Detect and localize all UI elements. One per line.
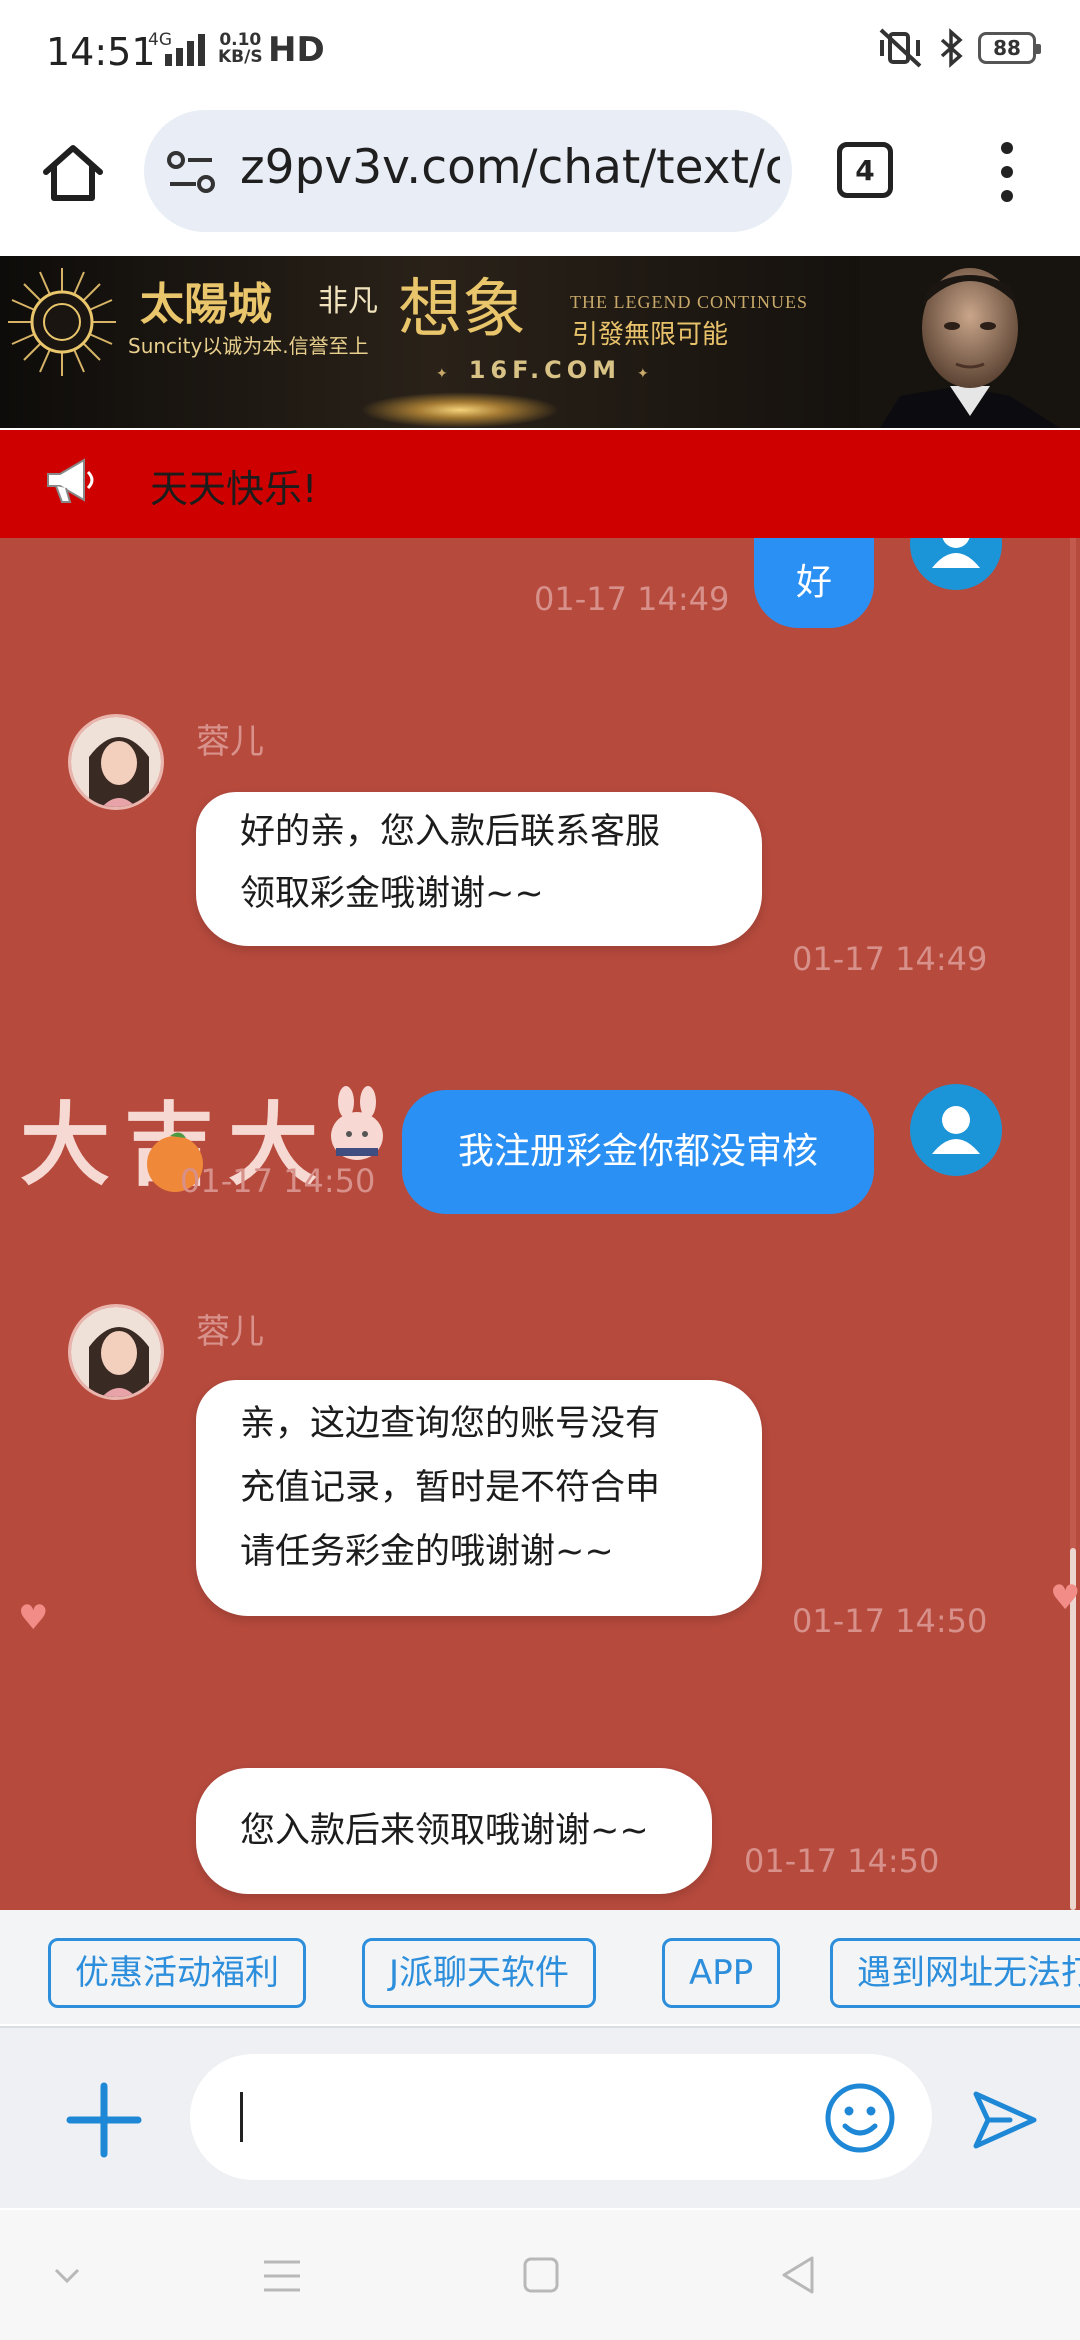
message-timestamp: 01-17 14:50 [744,1842,940,1880]
chat-scrollbar[interactable] [1070,538,1076,1910]
message-text: 我注册彩金你都没审核 [457,1131,818,1172]
nav-home-icon[interactable] [522,2256,560,2294]
network-speed-unit: KB/S [218,47,263,67]
heart-icon: ♥ [1050,1578,1080,1618]
home-icon[interactable] [40,140,106,206]
url-text[interactable]: z9pv3v.com/chat/text/ch [240,140,780,195]
banner-slogan: 引發無限可能 [572,320,729,350]
plus-icon[interactable] [66,2082,142,2158]
outgoing-message-bubble[interactable]: 我注册彩金你都没审核 [402,1090,874,1214]
incoming-message-bubble[interactable]: 好的亲，您入款后联系客服 领取彩金哦谢谢~~ [196,792,762,946]
sender-name: 蓉儿 [196,1312,264,1352]
system-nav-bar [0,2210,1080,2340]
announcement-text: 天天快乐! [150,467,318,511]
message-input[interactable] [190,2054,932,2180]
send-icon[interactable] [968,2084,1040,2156]
message-timestamp: 01-17 14:49 [534,580,730,618]
nav-down-icon[interactable] [52,2266,82,2286]
user-avatar [910,1084,1002,1176]
hd-indicator: HD [268,30,325,70]
status-bar: 14:51 4G 0.10 KB/S HD 88 [0,0,1080,104]
agent-avatar [68,1304,164,1400]
message-line: 领取彩金哦谢谢~~ [240,874,544,914]
banner-logo: 太陽城 [140,279,272,330]
outgoing-message-bubble[interactable]: 好 [754,538,874,628]
message-timestamp: 01-17 14:50 [792,1602,988,1640]
emoji-icon[interactable] [824,2082,896,2154]
message-line: 您入款后来领取哦谢谢~~ [240,1811,649,1851]
ad-banner[interactable]: 太陽城 Suncity以诚为本.信誉至上 非凡 想象 THE LEGEND CO… [0,256,1080,428]
banner-headline: 想象 [398,273,526,347]
quick-reply-bar: 优惠活动福利 J派聊天软件 APP 遇到网址无法打开 [0,1910,1080,2024]
address-bar[interactable]: z9pv3v.com/chat/text/ch [144,110,792,232]
message-text: 好 [795,562,832,603]
banner-person-image [860,256,1080,428]
user-avatar [910,538,1002,590]
bunny-icon [331,1086,383,1160]
incoming-message-bubble[interactable]: 您入款后来领取哦谢谢~~ [196,1768,712,1894]
quick-reply-chip[interactable]: APP [662,1938,781,2008]
nav-menu-icon[interactable] [262,2258,302,2294]
browser-toolbar: z9pv3v.com/chat/text/ch 4 [0,104,1080,256]
sender-name: 蓉儿 [196,722,264,762]
site-settings-icon[interactable] [166,148,218,196]
sun-emblem-icon [8,268,116,376]
more-icon[interactable] [992,142,1022,202]
message-line: 请任务彩金的哦谢谢~~ [240,1532,614,1572]
banner-feifan: 非凡 [318,284,378,319]
status-right: 88 [878,28,1041,68]
quick-reply-chip[interactable]: 遇到网址无法打开 [830,1938,1080,2008]
quick-reply-chip[interactable]: J派聊天软件 [362,1938,597,2008]
bluetooth-icon [940,28,963,68]
message-line: 亲，这边查询您的账号没有 [240,1404,661,1444]
status-time: 14:51 [46,30,156,74]
megaphone-icon [47,458,94,503]
signal-icon [165,32,205,66]
banner-domain: 16F.COM [420,356,670,384]
message-input-row [0,2026,1080,2208]
incoming-message-bubble[interactable]: 亲，这边查询您的账号没有 充值记录，暂时是不符合申 请任务彩金的哦谢谢~~ [196,1380,762,1616]
banner-tagline: Suncity以诚为本.信誉至上 [128,334,369,358]
message-timestamp: 01-17 14:49 [792,940,988,978]
heart-icon: ♥ [18,1598,49,1638]
agent-avatar [68,714,164,810]
chat-area[interactable]: ♥ ♥ 大吉大 好 01-17 14:49 蓉儿 好的亲，您入款后联系客服 领取… [0,538,1080,1910]
text-caret [240,2092,243,2142]
message-line: 好的亲，您入款后联系客服 [240,812,661,852]
nav-back-icon[interactable] [778,2254,816,2296]
message-timestamp: 01-17 14:50 [180,1162,376,1200]
banner-legend: THE LEGEND CONTINUES [570,292,808,312]
quick-reply-chip[interactable]: 优惠活动福利 [48,1938,306,2008]
network-speed: 0.10 KB/S [218,32,263,66]
battery-icon: 88 [978,32,1041,64]
tabs-icon[interactable]: 4 [837,142,893,198]
vibrate-off-icon [879,28,922,68]
banner-city-lights [360,392,560,428]
announcement-bar: 天天快乐! [0,430,1080,538]
message-line: 充值记录，暂时是不符合申 [240,1468,661,1508]
